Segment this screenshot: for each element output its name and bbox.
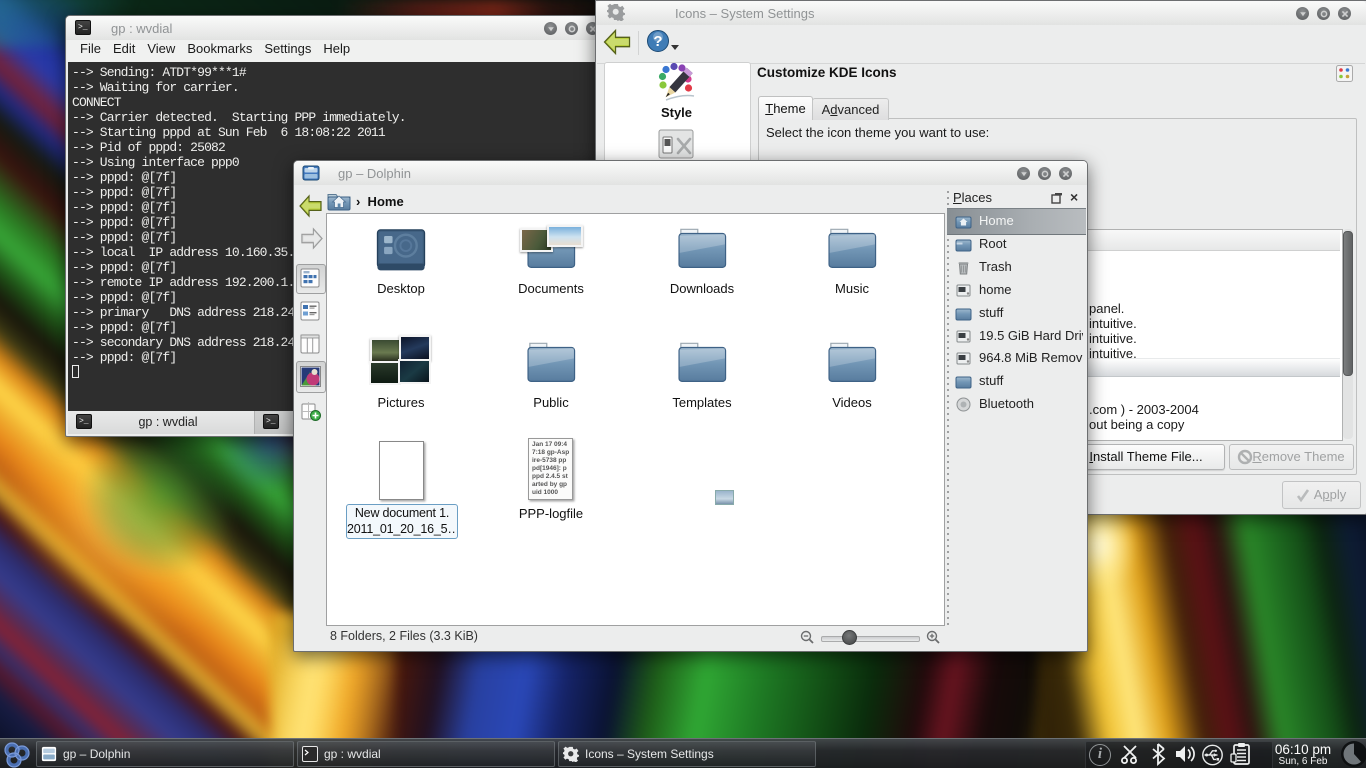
svg-text:?: ? [653,33,662,50]
